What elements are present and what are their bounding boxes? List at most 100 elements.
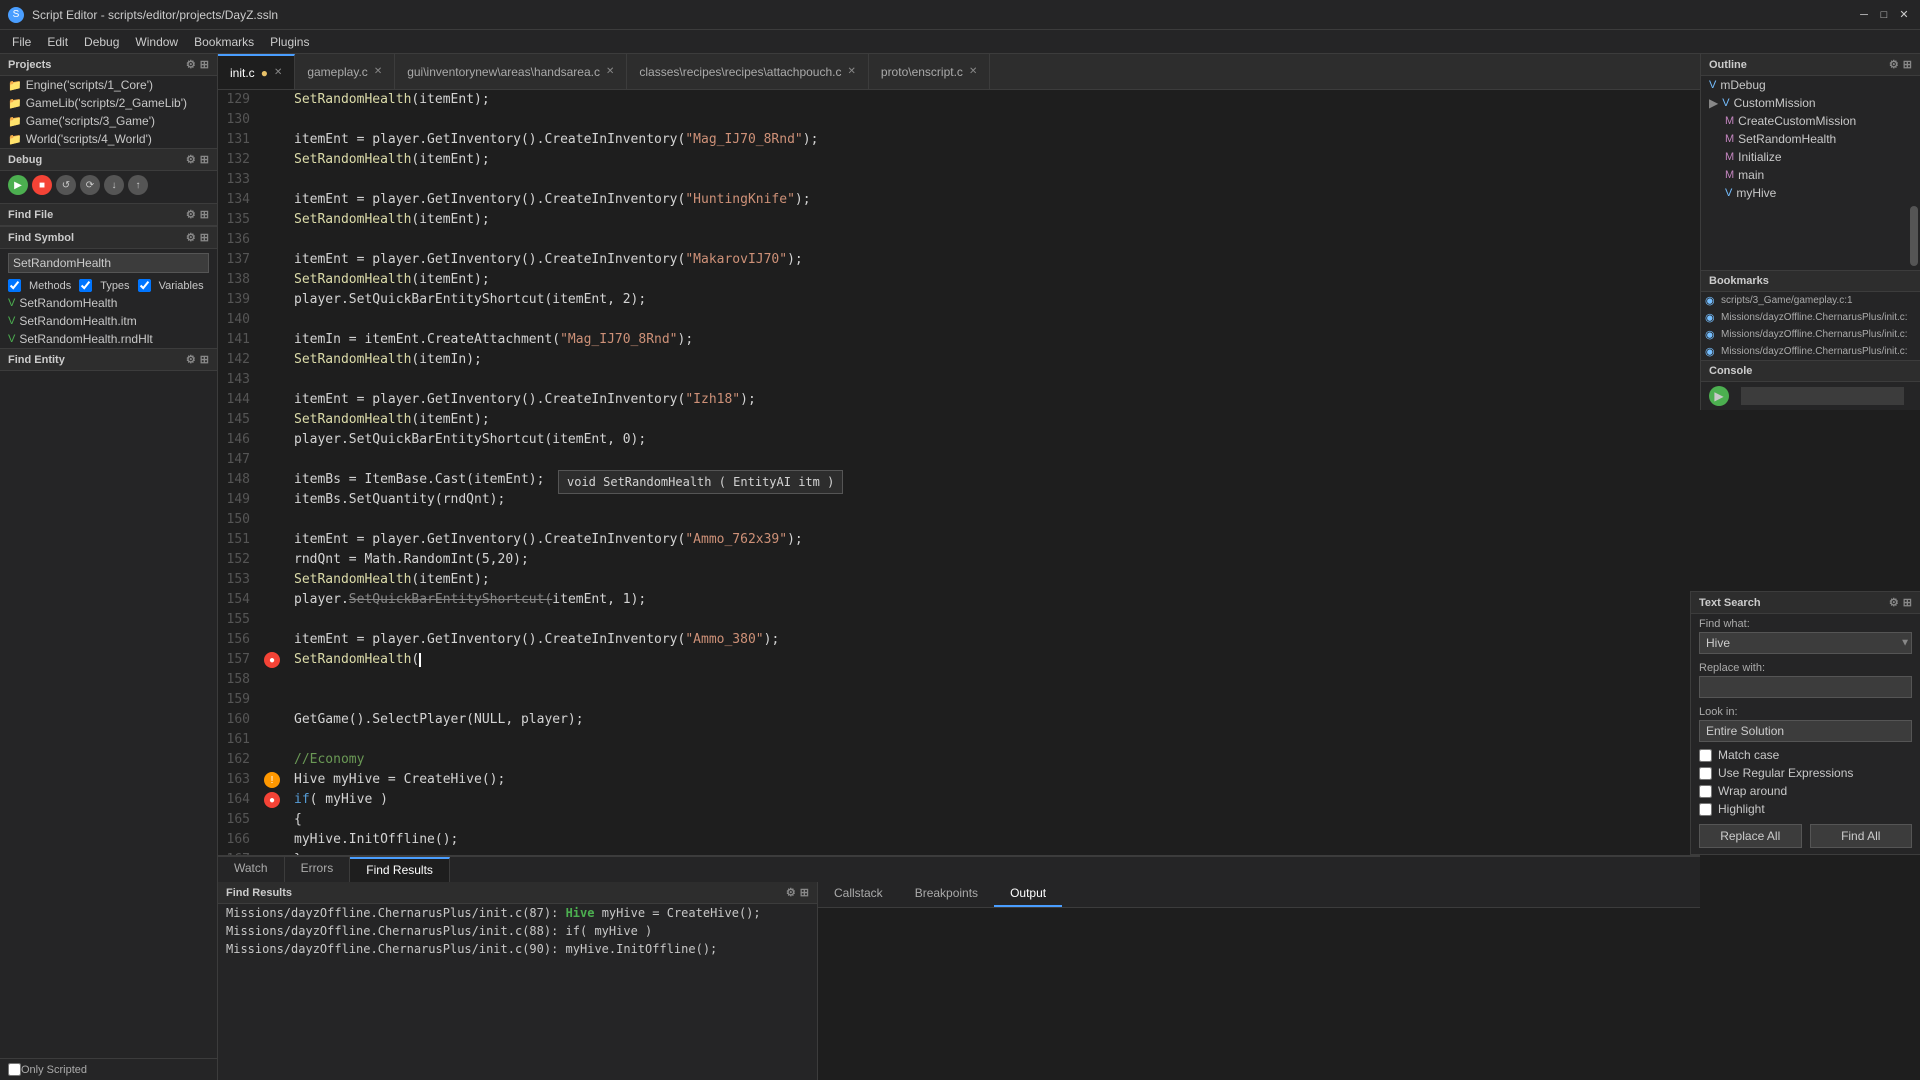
project-game[interactable]: 📁 Game('scripts/3_Game')	[0, 112, 217, 130]
tab-init[interactable]: init.c ● ✕	[218, 54, 295, 90]
tab-errors[interactable]: Errors	[285, 857, 351, 882]
outline-setrandomhealth[interactable]: M SetRandomHealth	[1701, 130, 1920, 148]
code-lines[interactable]: SetRandomHealth(itemEnt); itemEnt = play…	[286, 90, 1700, 855]
debug-step-over-button[interactable]: ⟳	[80, 175, 100, 195]
gutter-167	[258, 850, 286, 855]
find-entity-icon-1[interactable]: ⚙	[186, 353, 196, 366]
find-what-input[interactable]	[1699, 632, 1912, 654]
projects-icon-2[interactable]: ⊞	[200, 58, 209, 71]
tab-enscript[interactable]: proto\enscript.c ✕	[869, 54, 990, 90]
tab-watch[interactable]: Watch	[218, 857, 285, 882]
debug-step-out-button[interactable]: ↑	[128, 175, 148, 195]
menu-edit[interactable]: Edit	[39, 33, 76, 51]
project-world[interactable]: 📁 World('scripts/4_World')	[0, 130, 217, 148]
look-in-select[interactable]: Entire Solution Current File Open Files	[1699, 720, 1912, 742]
menu-bookmarks[interactable]: Bookmarks	[186, 33, 262, 51]
menu-window[interactable]: Window	[127, 33, 186, 51]
debug-step-into-button[interactable]: ↓	[104, 175, 124, 195]
find-symbol-panel: Find Symbol ⚙ ⊞ Methods Types Variables …	[0, 227, 217, 349]
output-tab-breakpoints[interactable]: Breakpoints	[899, 882, 994, 907]
tab-handsarea-close[interactable]: ✕	[606, 66, 614, 77]
menu-plugins[interactable]: Plugins	[262, 33, 317, 51]
ln-154: 154	[226, 590, 250, 610]
highlight-checkbox[interactable]	[1699, 803, 1712, 816]
highlight-label: Highlight	[1718, 802, 1765, 816]
gutter-143	[258, 370, 286, 390]
find-symbol-icon-1[interactable]: ⚙	[186, 231, 196, 244]
only-scripted-checkbox[interactable]	[8, 1063, 21, 1076]
close-button[interactable]: ✕	[1896, 7, 1912, 23]
console-input[interactable]	[1741, 387, 1904, 405]
debug-restart-button[interactable]: ↺	[56, 175, 76, 195]
bookmark-3[interactable]: ◉ Missions/dayzOffline.ChernarusPlus/ini…	[1701, 343, 1920, 360]
tab-attachpouch-close[interactable]: ✕	[848, 66, 856, 77]
replace-with-input[interactable]	[1699, 676, 1912, 698]
outline-mdebug[interactable]: V mDebug	[1701, 76, 1920, 94]
ln-142: 142	[226, 350, 250, 370]
tab-gameplay[interactable]: gameplay.c ✕	[295, 54, 395, 90]
wrap-around-checkbox[interactable]	[1699, 785, 1712, 798]
find-file-icon-2[interactable]: ⊞	[200, 208, 209, 221]
tab-handsarea[interactable]: gui\inventorynew\areas\handsarea.c ✕	[395, 54, 627, 90]
text-search-icon-2[interactable]: ⊞	[1903, 596, 1912, 609]
symbol-result-0[interactable]: V SetRandomHealth	[0, 294, 217, 312]
symbol-icon-0: V	[8, 297, 15, 309]
projects-icon-1[interactable]: ⚙	[186, 58, 196, 71]
debug-stop-button[interactable]: ■	[32, 175, 52, 195]
bookmark-0[interactable]: ◉ scripts/3_Game/gameplay.c:1	[1701, 292, 1920, 309]
find-results-icon-2[interactable]: ⊞	[800, 886, 809, 899]
find-result-2[interactable]: Missions/dayzOffline.ChernarusPlus/init.…	[218, 940, 817, 958]
debug-icon-2[interactable]: ⊞	[200, 153, 209, 166]
find-result-0[interactable]: Missions/dayzOffline.ChernarusPlus/init.…	[218, 904, 817, 922]
project-gamelib[interactable]: 📁 GameLib('scripts/2_GameLib')	[0, 94, 217, 112]
symbol-result-1[interactable]: V SetRandomHealth.itm	[0, 312, 217, 330]
symbol-result-2[interactable]: V SetRandomHealth.rndHlt	[0, 330, 217, 348]
text-search-icon-1[interactable]: ⚙	[1889, 596, 1899, 609]
console-go-button[interactable]: ▶	[1709, 386, 1729, 406]
bookmark-icon-3: ◉	[1705, 345, 1717, 358]
output-tab-output[interactable]: Output	[994, 882, 1062, 907]
tab-gameplay-close[interactable]: ✕	[374, 66, 382, 77]
menu-file[interactable]: File	[4, 33, 39, 51]
find-entity-icon-2[interactable]: ⊞	[200, 353, 209, 366]
maximize-button[interactable]: □	[1876, 7, 1892, 23]
find-results-icon-1[interactable]: ⚙	[786, 886, 796, 899]
minimize-button[interactable]: ─	[1856, 7, 1872, 23]
find-symbol-input[interactable]	[8, 253, 209, 273]
outline-createcustommission[interactable]: M CreateCustomMission	[1701, 112, 1920, 130]
menu-debug[interactable]: Debug	[76, 33, 127, 51]
bookmark-2[interactable]: ◉ Missions/dayzOffline.ChernarusPlus/ini…	[1701, 326, 1920, 343]
types-checkbox[interactable]	[79, 279, 92, 292]
use-regex-checkbox[interactable]	[1699, 767, 1712, 780]
bookmark-1[interactable]: ◉ Missions/dayzOffline.ChernarusPlus/ini…	[1701, 309, 1920, 326]
output-tab-callstack[interactable]: Callstack	[818, 882, 899, 907]
outline-icon-1[interactable]: ⚙	[1889, 58, 1899, 71]
find-what-dropdown-icon[interactable]: ▼	[1900, 638, 1910, 649]
replace-all-button[interactable]: Replace All	[1699, 824, 1802, 848]
outline-myhive[interactable]: V myHive	[1701, 184, 1920, 202]
project-engine[interactable]: 📁 Engine('scripts/1_Core')	[0, 76, 217, 94]
find-file-icon-1[interactable]: ⚙	[186, 208, 196, 221]
outline-icon-2[interactable]: ⊞	[1903, 58, 1912, 71]
menu-bar: File Edit Debug Window Bookmarks Plugins	[0, 30, 1920, 54]
code-line-129: SetRandomHealth(itemEnt);	[294, 90, 1700, 110]
ln-140: 140	[226, 310, 250, 330]
tab-init-close[interactable]: ✕	[274, 67, 282, 78]
methods-checkbox[interactable]	[8, 279, 21, 292]
outline-custommission[interactable]: ▶ V CustomMission	[1701, 94, 1920, 112]
gutter-163: !	[258, 770, 286, 790]
find-all-button[interactable]: Find All	[1810, 824, 1913, 848]
match-case-checkbox[interactable]	[1699, 749, 1712, 762]
find-result-1[interactable]: Missions/dayzOffline.ChernarusPlus/init.…	[218, 922, 817, 940]
find-symbol-icon-2[interactable]: ⊞	[200, 231, 209, 244]
debug-play-button[interactable]: ▶	[8, 175, 28, 195]
outline-main[interactable]: M main	[1701, 166, 1920, 184]
variables-checkbox[interactable]	[138, 279, 151, 292]
chevron-right-icon[interactable]: ▶	[1709, 96, 1718, 110]
debug-icon-1[interactable]: ⚙	[186, 153, 196, 166]
outline-initialize[interactable]: M Initialize	[1701, 148, 1920, 166]
tab-enscript-close[interactable]: ✕	[969, 66, 977, 77]
tab-find-results[interactable]: Find Results	[350, 857, 450, 882]
outline-scrollbar-thumb[interactable]	[1910, 206, 1918, 266]
tab-attachpouch[interactable]: classes\recipes\recipes\attachpouch.c ✕	[627, 54, 869, 90]
